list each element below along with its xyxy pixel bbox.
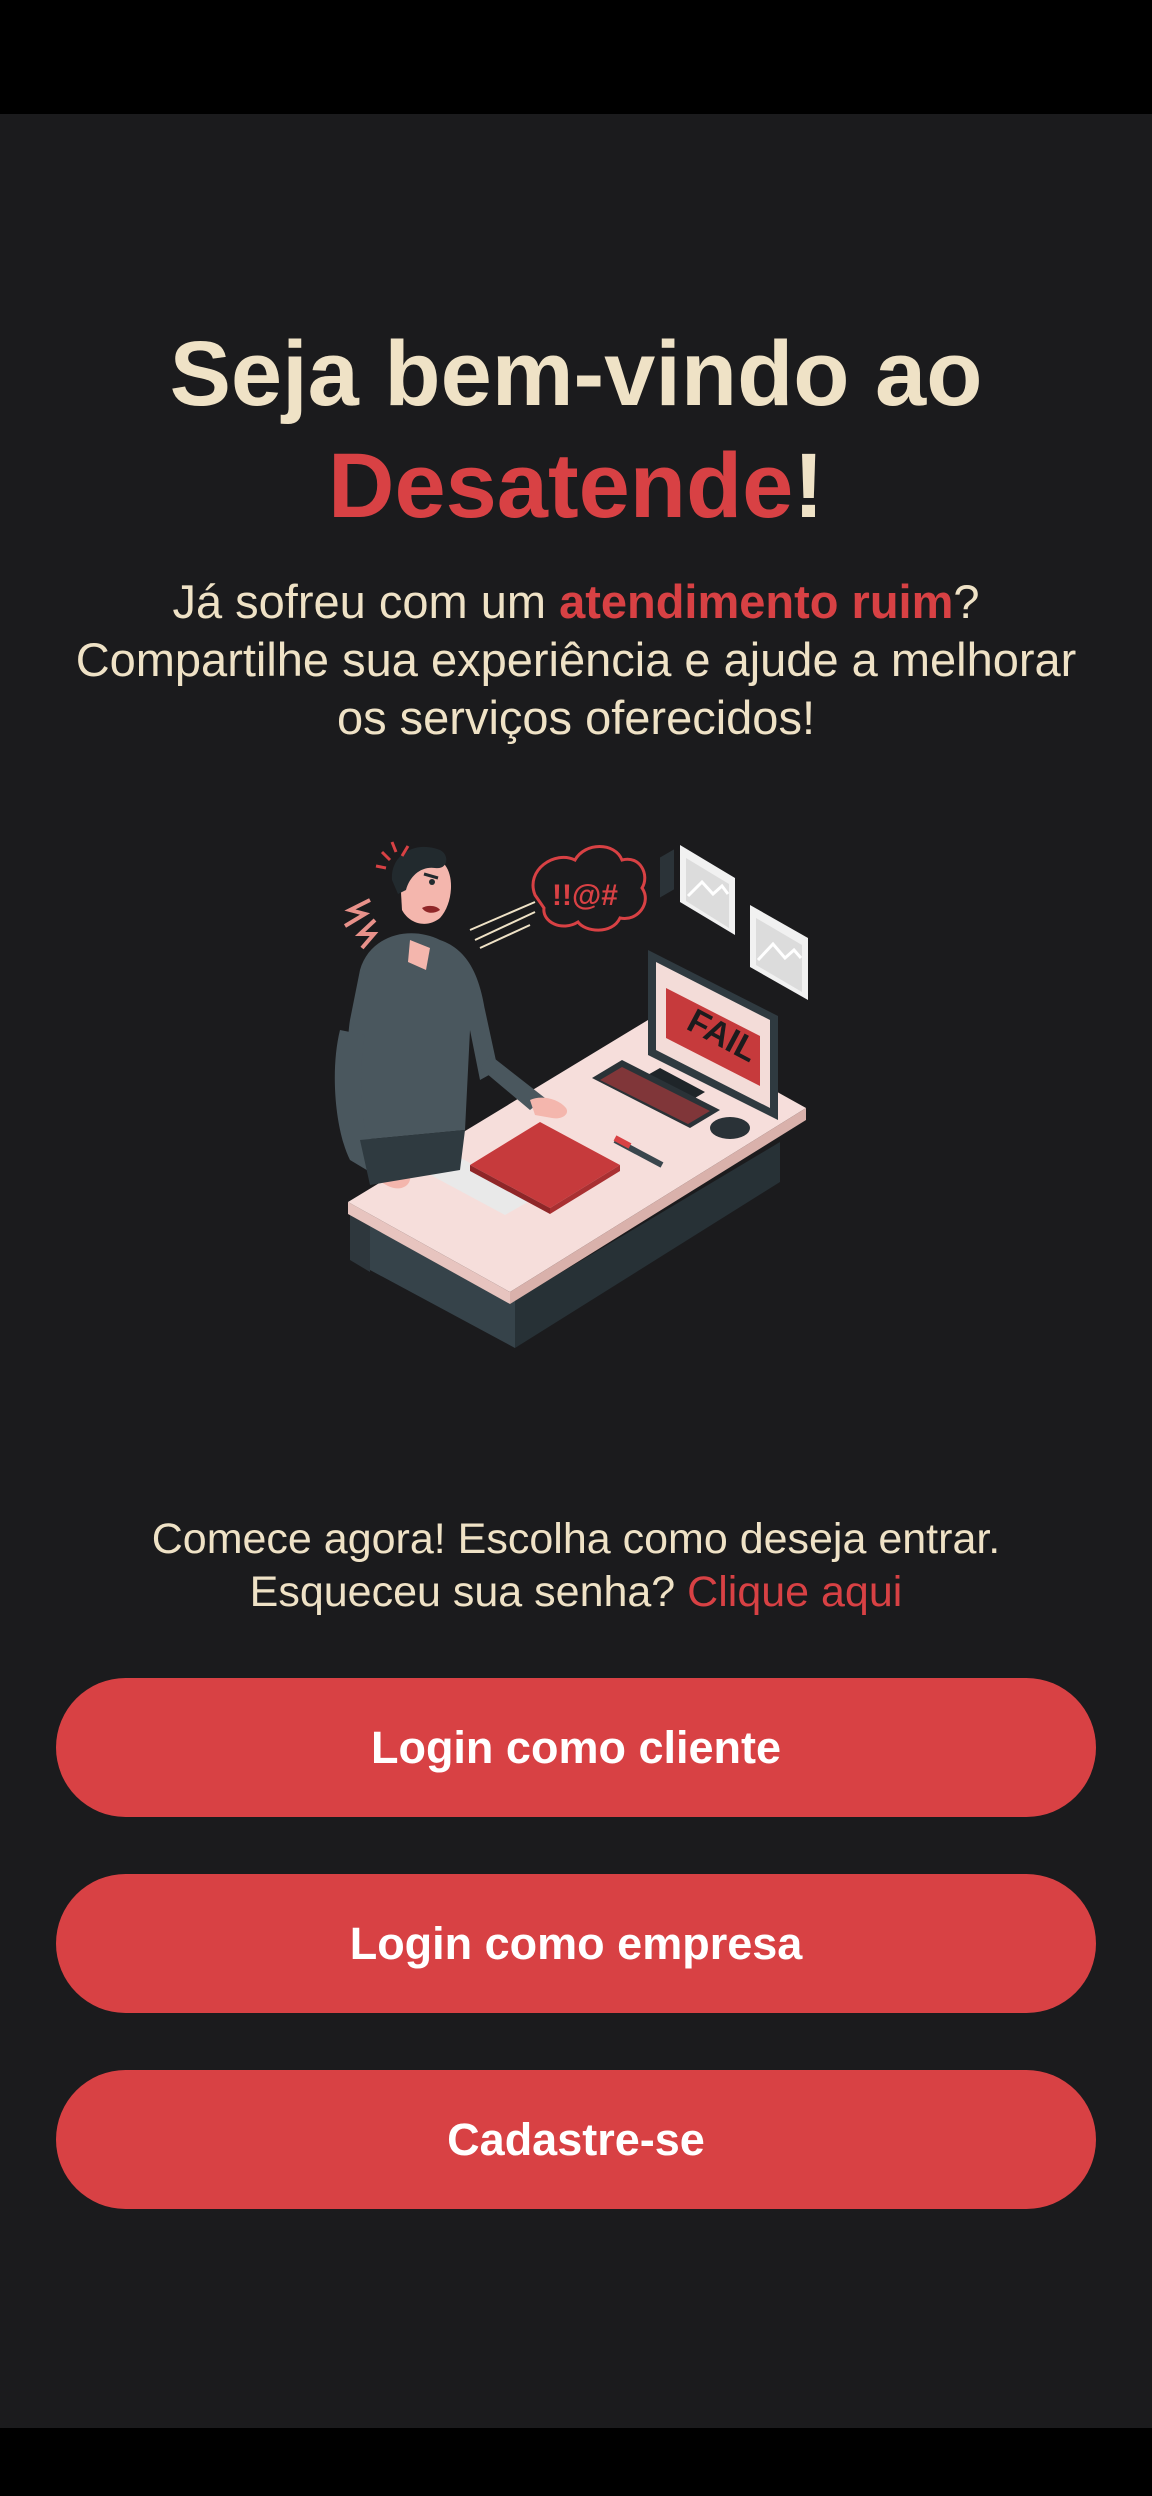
speech-text: !!@# <box>552 879 618 912</box>
prompt-line2: Esqueceu sua senha? <box>249 1568 688 1616</box>
subtitle-pre: Já sofreu com um <box>172 575 560 628</box>
subtitle-accent: atendimento ruim <box>559 575 954 628</box>
login-client-button[interactable]: Login como cliente <box>56 1678 1096 1817</box>
login-company-button[interactable]: Login como empresa <box>56 1874 1096 2013</box>
frustrated-user-illustration: FAIL !!@# <box>334 841 808 1348</box>
forgot-password-link[interactable]: Clique aqui <box>687 1568 902 1616</box>
login-prompt: Comece agora! Escolha como deseja entrar… <box>60 1513 1092 1619</box>
welcome-title: Seja bem-vindo ao Desatende! <box>0 318 1152 542</box>
navigation-bar <box>0 2428 1152 2496</box>
welcome-subtitle: Já sofreu com um atendimento ruim? Compa… <box>60 573 1092 747</box>
title-exclamation: ! <box>793 435 824 537</box>
status-bar <box>0 0 1152 114</box>
angry-speech-bubble: !!@# <box>469 845 647 949</box>
title-line1: Seja bem-vindo ao <box>169 323 983 425</box>
prompt-line1: Comece agora! Escolha como deseja entrar… <box>151 1515 1001 1563</box>
brand-name: Desatende <box>328 435 794 537</box>
signup-button[interactable]: Cadastre-se <box>56 2070 1096 2209</box>
